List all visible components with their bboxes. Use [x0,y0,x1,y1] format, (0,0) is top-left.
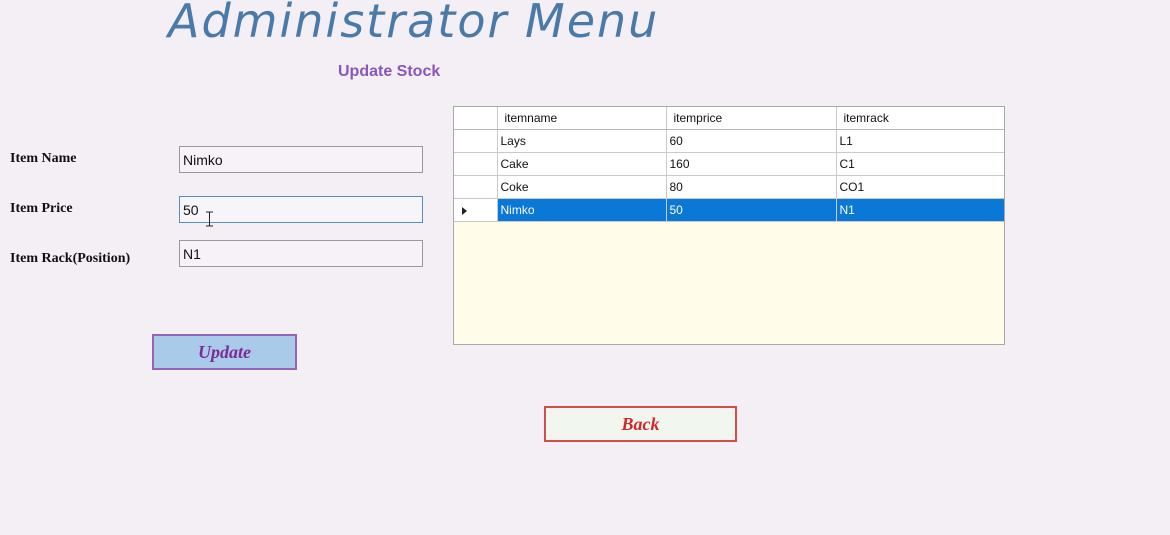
update-button[interactable]: Update [152,334,297,370]
grid-corner-cell[interactable] [454,107,498,130]
item-rack-input[interactable] [179,240,423,267]
cell-itemprice[interactable]: 80 [666,175,837,199]
column-header-itemrack[interactable]: itemrack [836,107,1004,130]
cell-itemprice[interactable]: 50 [666,198,837,222]
cell-itemrack[interactable]: L1 [836,129,1004,153]
grid-header-row: itemname itemprice itemrack [454,107,1004,130]
cell-itemname[interactable]: Lays [497,129,667,153]
cell-itemname[interactable]: Nimko [497,198,667,222]
cell-itemrack[interactable]: CO1 [836,175,1004,199]
table-row[interactable]: Cake 160 C1 [454,152,1004,176]
column-header-itemprice[interactable]: itemprice [666,107,837,130]
cell-itemprice[interactable]: 60 [666,129,837,153]
table-row[interactable]: Coke 80 CO1 [454,175,1004,199]
item-name-label: Item Name [10,151,77,166]
cell-itemrack[interactable]: C1 [836,152,1004,176]
cell-itemname[interactable]: Coke [497,175,667,199]
stock-table: itemname itemprice itemrack Lays 60 L1 C… [454,107,1004,222]
cell-itemrack[interactable]: N1 [836,198,1004,222]
item-price-label: Item Price [10,201,73,216]
item-name-input[interactable] [179,146,423,173]
row-header-cell[interactable] [454,129,498,153]
item-rack-label: Item Rack(Position) [10,251,131,266]
row-header-cell[interactable] [454,198,498,222]
cell-itemname[interactable]: Cake [497,152,667,176]
table-row-selected[interactable]: Nimko 50 N1 [454,198,1004,222]
page-subtitle: Update Stock [338,63,441,80]
back-button[interactable]: Back [544,406,737,442]
row-header-cell[interactable] [454,152,498,176]
item-price-input[interactable] [179,196,423,223]
current-row-arrow-icon [462,207,467,215]
table-row[interactable]: Lays 60 L1 [454,129,1004,153]
stock-grid[interactable]: itemname itemprice itemrack Lays 60 L1 C… [453,106,1005,345]
row-header-cell[interactable] [454,175,498,199]
cell-itemprice[interactable]: 160 [666,152,837,176]
column-header-itemname[interactable]: itemname [497,107,667,130]
app-title: Administrator Menu [168,0,660,48]
